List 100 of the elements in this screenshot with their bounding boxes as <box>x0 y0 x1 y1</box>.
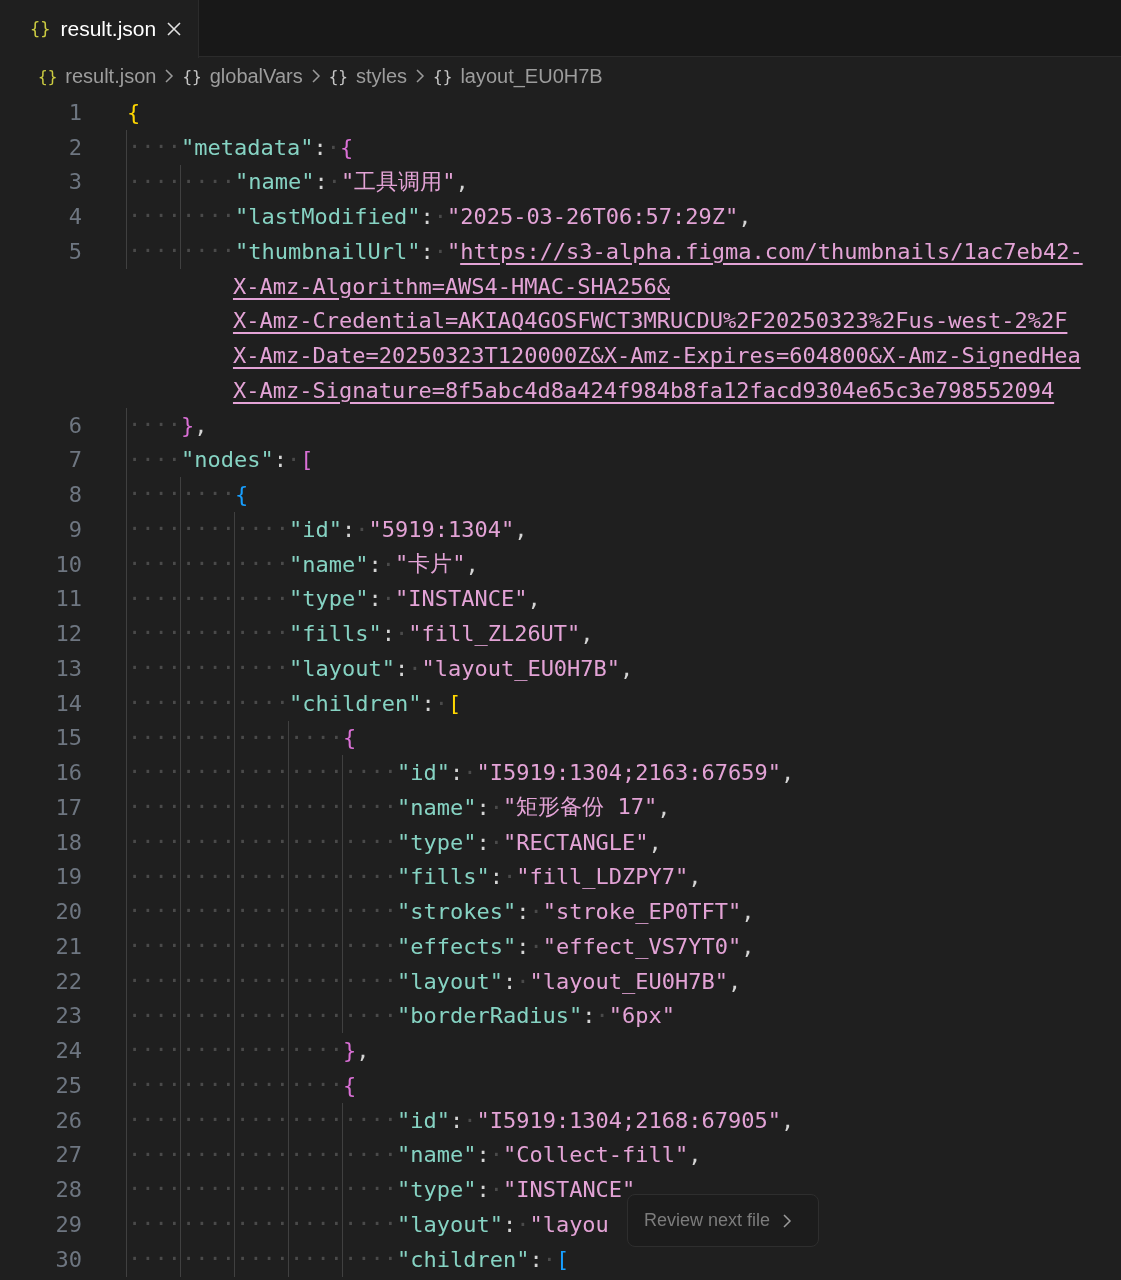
punctuation: : <box>449 1107 464 1133</box>
url-link[interactable]: X-Amz-Date=20250323T120000Z&X-Amz-Expires=604800&X-Amz-SignedHea <box>232 343 1081 369</box>
punctuation: , <box>580 621 594 647</box>
whitespace-dots: · <box>516 968 530 994</box>
whitespace-dots: ···················· <box>127 755 397 790</box>
line-number: 22 <box>54 968 83 994</box>
whitespace-dots: · <box>489 1177 503 1203</box>
whitespace-dots: · <box>489 1142 503 1168</box>
json-key: "strokes" <box>396 899 517 925</box>
punctuation: : <box>476 829 490 855</box>
whitespace-dots: ···················· <box>127 824 397 860</box>
punctuation: : <box>449 760 464 786</box>
line-number: 2 <box>67 134 83 160</box>
url-link[interactable]: https://s3-alpha.figma.com/thumbnails/1ac7eb42- <box>460 238 1083 264</box>
whitespace-dots: · <box>463 760 477 786</box>
punctuation: : <box>582 1003 596 1029</box>
whitespace-dots: ············ <box>127 581 289 617</box>
json-string: " <box>446 238 461 264</box>
punctuation: : <box>489 864 503 890</box>
url-link[interactable]: X-Amz-Algorithm=AWS4-HMAC-SHA256& <box>232 273 671 299</box>
line-number: 14 <box>54 690 83 716</box>
whitespace-dots: ···················· <box>127 790 397 825</box>
url-link[interactable]: X-Amz-Credential=AKIAQ4GOSFWCT3MRUCDU%2F20250323%2Fus-west-2%2F <box>232 308 1068 334</box>
punctuation: , <box>657 794 671 820</box>
whitespace-dots: · <box>434 690 448 716</box>
whitespace-dots: · <box>433 238 447 264</box>
line-number: 4 <box>67 204 83 230</box>
json-string: "INSTANCE" <box>394 586 528 612</box>
whitespace-dots: ···················· <box>127 1207 397 1242</box>
json-key: "effects" <box>396 933 517 959</box>
json-key: "name" <box>234 169 315 195</box>
json-string: "I5919:1304;2163:67659" <box>476 760 782 786</box>
line-number: 13 <box>54 655 83 681</box>
whitespace-dots: ············ <box>127 651 289 686</box>
whitespace-dots: · <box>381 586 395 612</box>
whitespace-dots: ············ <box>127 616 289 651</box>
bracket: [ <box>447 690 462 716</box>
line-number: 30 <box>54 1246 83 1272</box>
whitespace-dots: ············ <box>127 512 289 547</box>
json-key: "fills" <box>288 621 382 647</box>
breadcrumb-item[interactable]: globalVars <box>209 64 303 88</box>
review-next-file-button[interactable]: Review next file <box>627 1194 819 1247</box>
punctuation: : <box>476 1177 490 1203</box>
json-file-icon: {} <box>30 19 51 39</box>
breadcrumb-item[interactable]: result.json <box>65 64 157 88</box>
whitespace-dots: ················ <box>127 1033 343 1068</box>
whitespace-dots: ···················· <box>127 929 397 964</box>
json-string: "fill_LDZPY7" <box>516 864 689 890</box>
whitespace-dots: ···················· <box>127 894 397 929</box>
json-key: "borderRadius" <box>396 1003 583 1029</box>
json-key: "id" <box>396 1107 450 1133</box>
punctuation: , <box>738 204 752 230</box>
bracket: [ <box>555 1246 570 1272</box>
json-string: "矩形备份 17" <box>502 793 658 822</box>
json-string: "layout_EU0H7B" <box>421 655 621 681</box>
whitespace-dots: · <box>529 899 543 925</box>
whitespace-dots: · <box>502 864 517 890</box>
punctuation: , <box>781 1107 795 1133</box>
json-string: "layout_EU0H7B" <box>529 968 729 994</box>
line-number: 21 <box>54 933 83 959</box>
whitespace-dots: ················ <box>127 1068 343 1103</box>
whitespace-dots: · <box>394 621 409 647</box>
editor-tab[interactable]: {} result.json <box>0 0 200 58</box>
json-string: "卡片" <box>394 550 466 579</box>
breadcrumb-item[interactable]: layout_EU0H7B <box>460 64 603 88</box>
whitespace-dots: ············ <box>127 546 289 582</box>
json-key: "nodes" <box>181 447 274 473</box>
url-link[interactable]: X-Amz-Signature=8f5abc4d8a424f984b8fa12facd9304e65c3e798552094 <box>232 377 1055 403</box>
line-number: 16 <box>54 760 83 786</box>
json-key: "id" <box>396 760 450 786</box>
punctuation: : <box>502 1211 517 1237</box>
json-key: "thumbnailUrl" <box>234 238 421 264</box>
punctuation: : <box>394 655 409 681</box>
bracket: { <box>342 725 357 751</box>
punctuation: , <box>356 1038 370 1064</box>
whitespace-dots: · <box>433 204 447 230</box>
breadcrumb-item[interactable]: styles <box>356 64 408 88</box>
whitespace-dots: · <box>529 933 543 959</box>
punctuation: , <box>728 968 742 994</box>
line-number: 9 <box>67 516 83 542</box>
whitespace-dots: ···· <box>127 129 181 165</box>
json-string: "5919:1304" <box>368 516 515 542</box>
whitespace-dots: ···· <box>127 407 181 443</box>
json-key: "layout" <box>288 655 395 681</box>
punctuation: : <box>529 1246 543 1272</box>
json-string: "Collect-fill" <box>502 1142 689 1168</box>
whitespace-dots: · <box>381 551 395 577</box>
punctuation: , <box>648 829 662 855</box>
json-key: "type" <box>396 1177 477 1203</box>
whitespace-dots: · <box>355 516 369 542</box>
bracket: { <box>127 99 141 125</box>
json-string: "layou <box>529 1211 609 1237</box>
chevron-icon <box>782 1212 793 1229</box>
json-key: "children" <box>288 690 422 716</box>
whitespace-dots: · <box>489 794 503 820</box>
close-icon[interactable] <box>166 21 183 37</box>
braces-icon: {} <box>328 66 348 86</box>
punctuation: : <box>502 968 517 994</box>
punctuation: : <box>516 899 530 925</box>
json-key: "name" <box>288 551 369 577</box>
